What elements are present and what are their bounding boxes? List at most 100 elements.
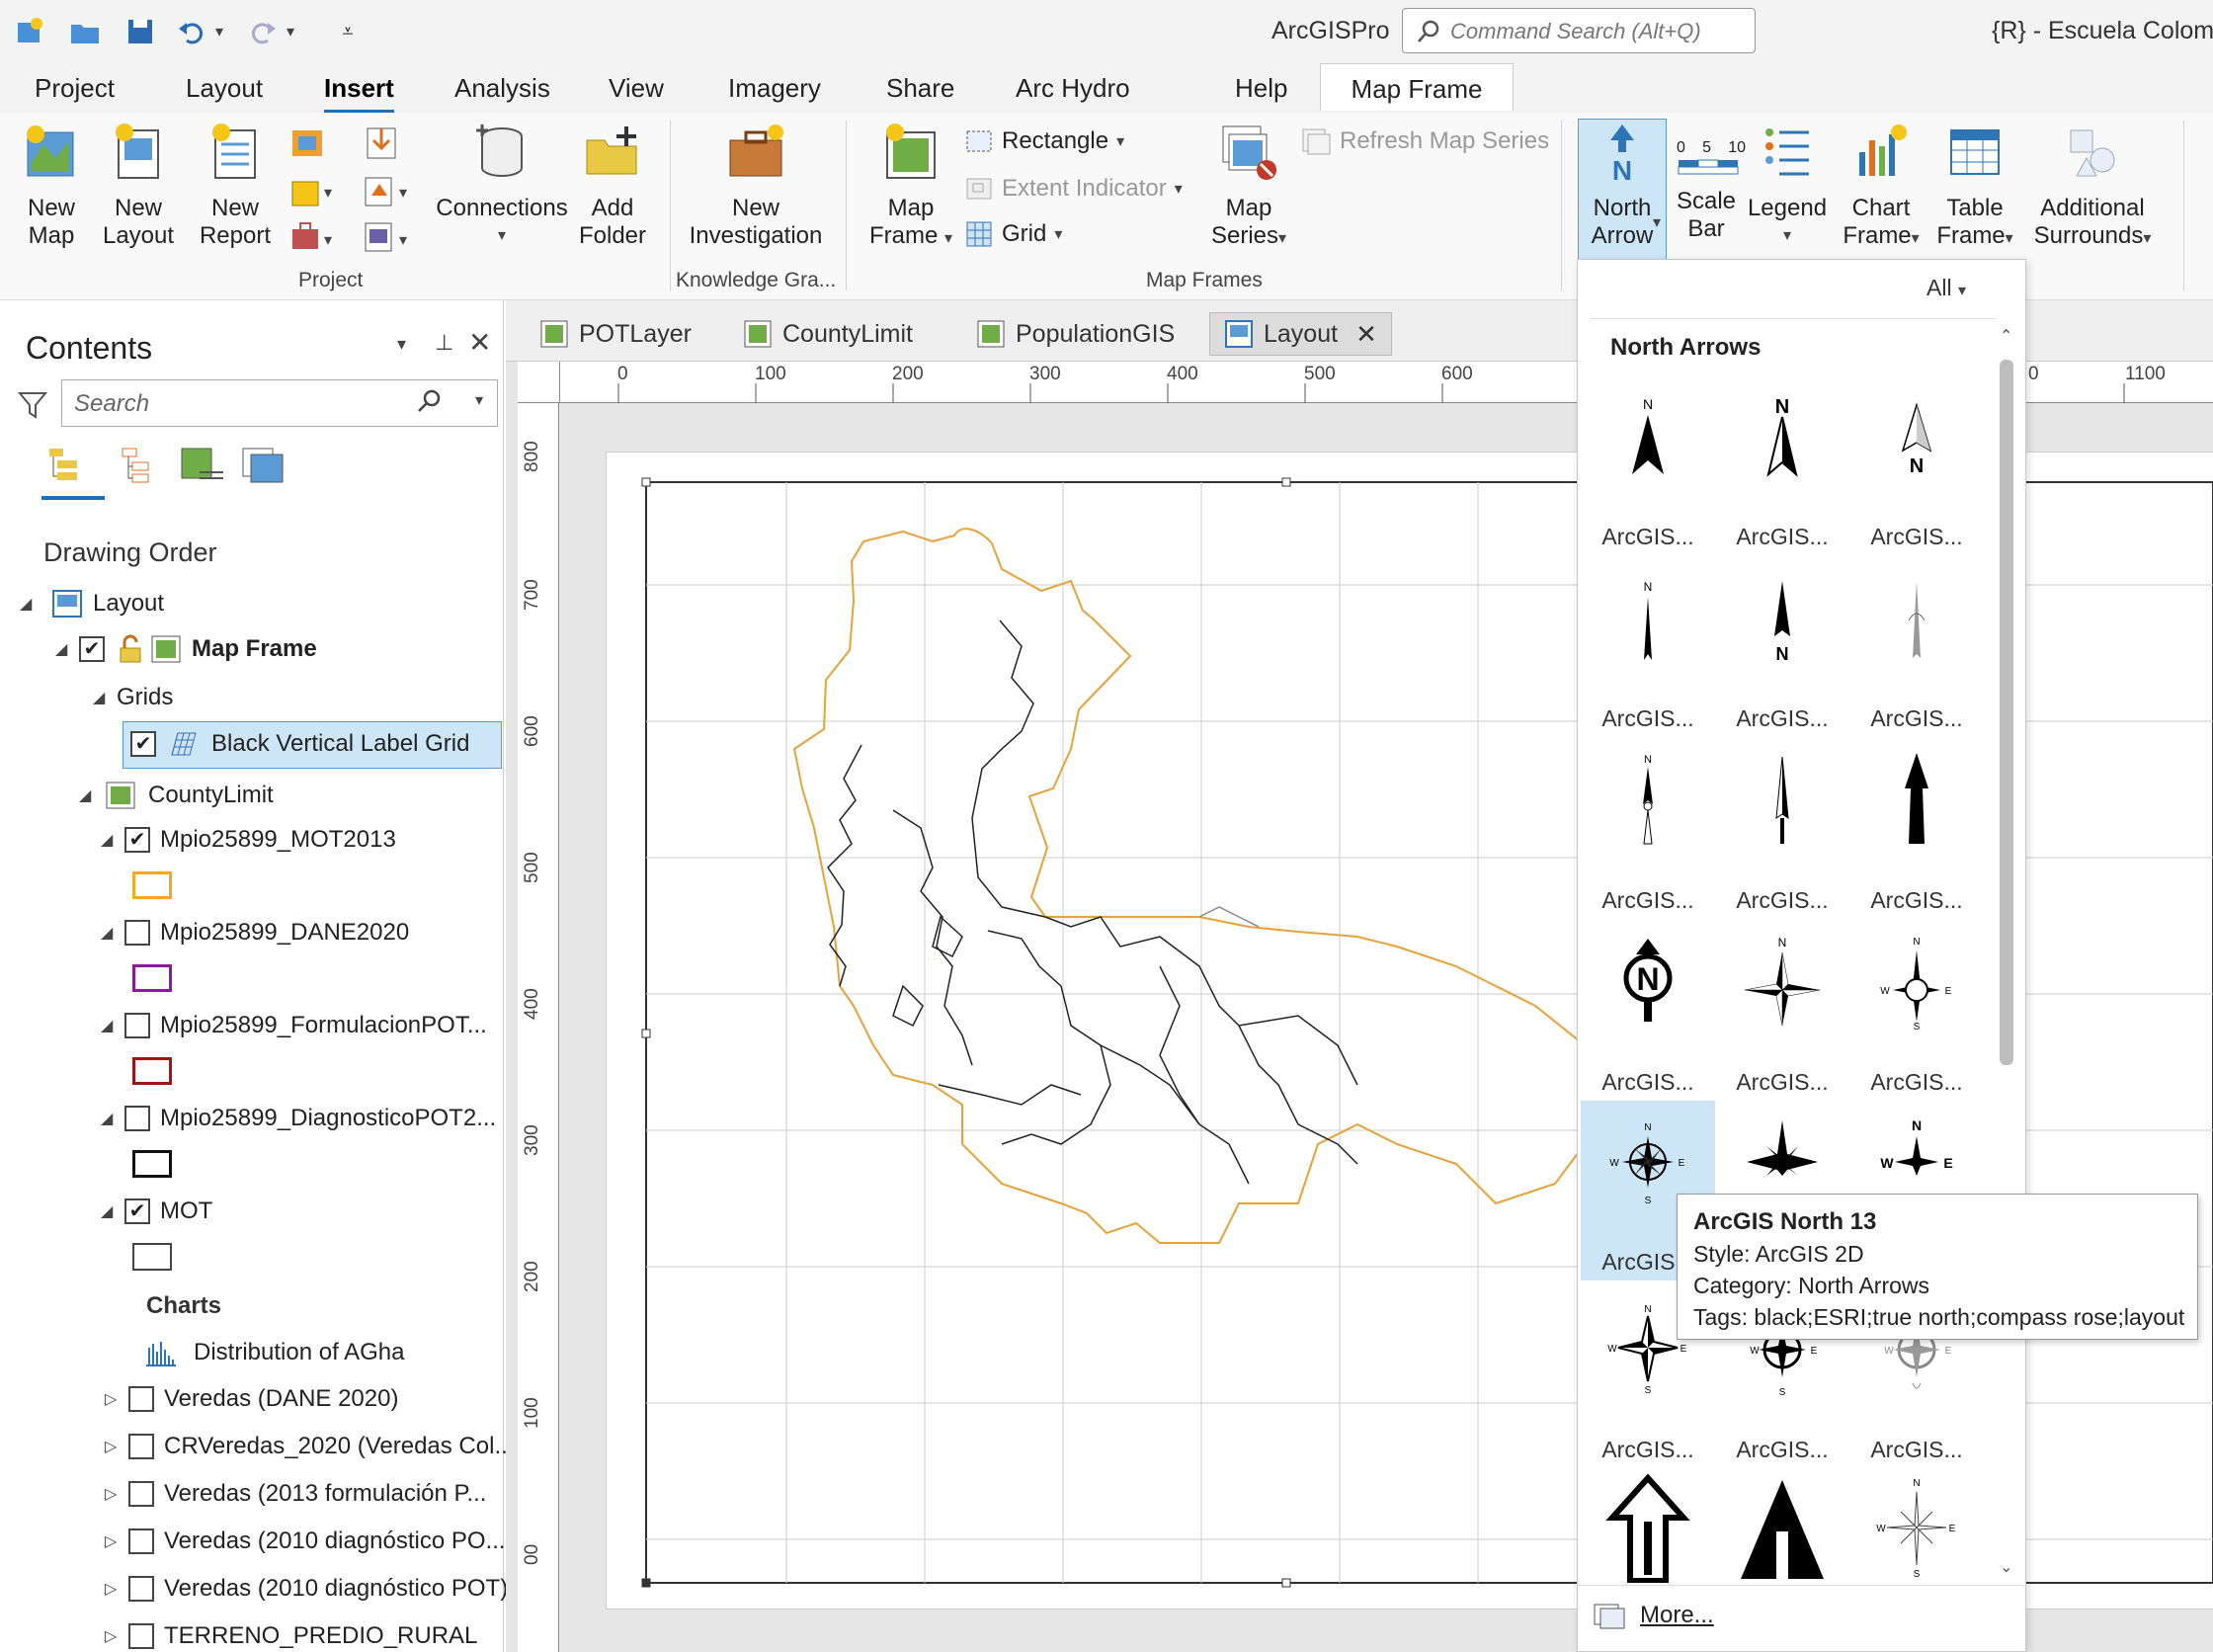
more-button[interactable]: More... (1593, 1601, 1714, 1630)
layer-checkbox[interactable] (124, 1013, 150, 1038)
open-folder-icon[interactable] (67, 14, 103, 49)
north-arrow-item[interactable]: N W E S (1849, 1472, 1984, 1583)
legend-button[interactable]: Legend ▾ (1745, 123, 1830, 250)
command-search-input[interactable]: Command Search (Alt+Q) (1402, 8, 1756, 53)
map-frame-checkbox[interactable]: ✔ (79, 636, 105, 662)
tree-item-black-vertical-label-grid[interactable]: ✔ Black Vertical Label Grid (130, 729, 469, 759)
undo-icon[interactable] (174, 14, 209, 49)
layer-checkbox[interactable] (128, 1481, 154, 1507)
layer-row[interactable]: ▷ CRVeredas_2020 (Veredas Col... (105, 1433, 514, 1460)
scroll-down-icon[interactable]: ⌄ (2000, 1557, 2012, 1577)
grid-checkbox[interactable]: ✔ (130, 731, 156, 757)
collapse-icon[interactable]: ◢ (20, 594, 43, 614)
expand-icon[interactable]: ▷ (105, 1484, 128, 1504)
tab-layout[interactable]: Layout (186, 73, 263, 104)
layer-symbol[interactable] (132, 871, 172, 899)
tab-map-frame[interactable]: Map Frame (1320, 63, 1514, 111)
new-layout-button[interactable]: New Layout (93, 123, 184, 250)
tree-item-layout[interactable]: ◢ Layout (20, 589, 164, 619)
layer-symbol[interactable] (132, 1057, 172, 1085)
expand-icon[interactable]: ▷ (105, 1579, 128, 1599)
collapse-icon[interactable]: ◢ (101, 1201, 124, 1221)
north-arrow-item[interactable]: N ArcGIS... (1581, 749, 1715, 931)
map-frame-button[interactable]: Map Frame ▾ (861, 123, 960, 253)
north-arrow-item[interactable] (1581, 1472, 1715, 1584)
tab-project[interactable]: Project (35, 73, 115, 104)
new-project-icon[interactable] (12, 14, 47, 49)
north-arrow-item[interactable] (1715, 1472, 1849, 1583)
collapse-icon[interactable]: ◢ (101, 830, 124, 850)
layer-checkbox[interactable] (128, 1623, 154, 1649)
north-arrow-button[interactable]: N North Arrow ▾ (1578, 123, 1667, 250)
layer-row[interactable]: ▷ Veredas (2013 formulación P... (105, 1480, 486, 1508)
map-series-button[interactable]: Map Series▾ (1199, 123, 1298, 253)
north-arrow-item[interactable]: N ArcGIS... (1581, 567, 1715, 749)
new-map-button[interactable]: New Map (10, 123, 93, 250)
layer-row[interactable]: ◢ Mpio25899_DiagnosticoPOT2... (101, 1105, 496, 1132)
layer-checkbox[interactable]: ✔ (124, 827, 150, 853)
north-arrow-item[interactable]: N ArcGIS... (1715, 567, 1849, 749)
layer-row[interactable]: ▷ Veredas (2010 diagnóstico POT) (105, 1575, 508, 1603)
filter-icon[interactable] (17, 389, 48, 424)
import-map-icon[interactable] (288, 126, 328, 167)
list-by-selection-icon[interactable] (180, 447, 225, 491)
collapse-icon[interactable]: ◢ (93, 688, 117, 707)
view-tab-potlayer[interactable]: POTLayer (526, 312, 705, 356)
gallery-scrollbar[interactable]: ⌃ ⌄ (1996, 326, 2017, 1581)
expand-icon[interactable]: ▷ (105, 1531, 128, 1551)
layer-symbol[interactable] (132, 1150, 172, 1178)
layer-row[interactable]: ◢ ✔ Mpio25899_MOT2013 (101, 826, 396, 854)
scrollbar-thumb[interactable] (2000, 360, 2013, 1065)
layer-row[interactable]: ◢ Mpio25899_FormulacionPOT... (101, 1012, 487, 1039)
list-by-drawing-order-icon[interactable] (43, 447, 83, 491)
collapse-icon[interactable]: ◢ (79, 785, 103, 805)
layer-row[interactable]: ▷ Veredas (2010 diagnóstico PO... (105, 1528, 506, 1555)
north-arrow-item[interactable]: NWES ArcGIS... (1849, 931, 1984, 1113)
tree-item-grids[interactable]: ◢ Grids (93, 684, 173, 711)
undo-dropdown-icon[interactable]: ▾ (209, 14, 229, 49)
north-arrow-item[interactable]: N ArcGIS... (1581, 385, 1715, 567)
layer-checkbox[interactable] (128, 1528, 154, 1554)
north-arrow-item[interactable]: ArcGIS... (1849, 567, 1984, 749)
layer-symbol[interactable] (132, 1243, 172, 1271)
tab-help[interactable]: Help (1235, 73, 1287, 104)
report-file-icon[interactable]: ▾ (362, 219, 417, 260)
view-tab-countylimit[interactable]: CountyLimit (729, 312, 927, 356)
customize-toolbar-icon[interactable]: ⩡ (330, 14, 366, 49)
chart-item[interactable]: Distribution of AGha (144, 1338, 404, 1367)
save-icon[interactable] (123, 14, 158, 49)
tab-insert[interactable]: Insert (324, 73, 394, 114)
redo-icon[interactable] (245, 14, 281, 49)
contents-search-input[interactable]: Search ▾ (61, 379, 498, 427)
toolbox-icon[interactable]: ▾ (288, 174, 338, 214)
tab-arc-hydro[interactable]: Arc Hydro (1016, 73, 1130, 104)
chart-frame-button[interactable]: Chart Frame▾ (1834, 123, 1928, 253)
new-investigation-button[interactable]: New Investigation (682, 123, 830, 250)
collapse-icon[interactable]: ◢ (101, 1109, 124, 1128)
view-tab-layout[interactable]: Layout ✕ (1209, 312, 1392, 356)
layer-checkbox[interactable] (124, 1106, 150, 1131)
redo-dropdown-icon[interactable]: ▾ (281, 14, 300, 49)
list-by-snapping-icon[interactable] (241, 447, 287, 491)
layer-row[interactable]: ▷ Veredas (DANE 2020) (105, 1385, 398, 1413)
layer-row[interactable]: ▷ TERRENO_PREDIO_RURAL (105, 1622, 477, 1650)
view-tab-populationgis[interactable]: PopulationGIS (962, 312, 1188, 356)
layer-symbol[interactable] (132, 964, 172, 992)
task-icon[interactable]: ▾ (288, 219, 338, 260)
pin-icon[interactable]: ⊥ (435, 330, 453, 356)
tab-analysis[interactable]: Analysis (454, 73, 550, 104)
layer-checkbox[interactable] (128, 1576, 154, 1602)
tree-item-map-frame[interactable]: ◢ ✔ Map Frame (55, 634, 317, 664)
search-options-icon[interactable]: ▾ (475, 390, 483, 410)
connections-button[interactable]: Connections ▾ (433, 123, 571, 250)
tab-imagery[interactable]: Imagery (728, 73, 821, 104)
north-arrow-item[interactable]: N ArcGIS... (1581, 931, 1715, 1113)
close-tab-icon[interactable]: ✕ (1355, 319, 1377, 350)
add-folder-button[interactable]: Add Folder (571, 123, 654, 250)
layer-checkbox[interactable] (128, 1434, 154, 1459)
close-icon[interactable]: ✕ (468, 326, 491, 359)
tree-item-county-limit[interactable]: ◢ CountyLimit (79, 781, 274, 810)
gallery-filter-dropdown[interactable]: All ▾ (1926, 275, 1966, 301)
tab-share[interactable]: Share (886, 73, 954, 104)
import-layout-icon[interactable] (362, 124, 401, 167)
